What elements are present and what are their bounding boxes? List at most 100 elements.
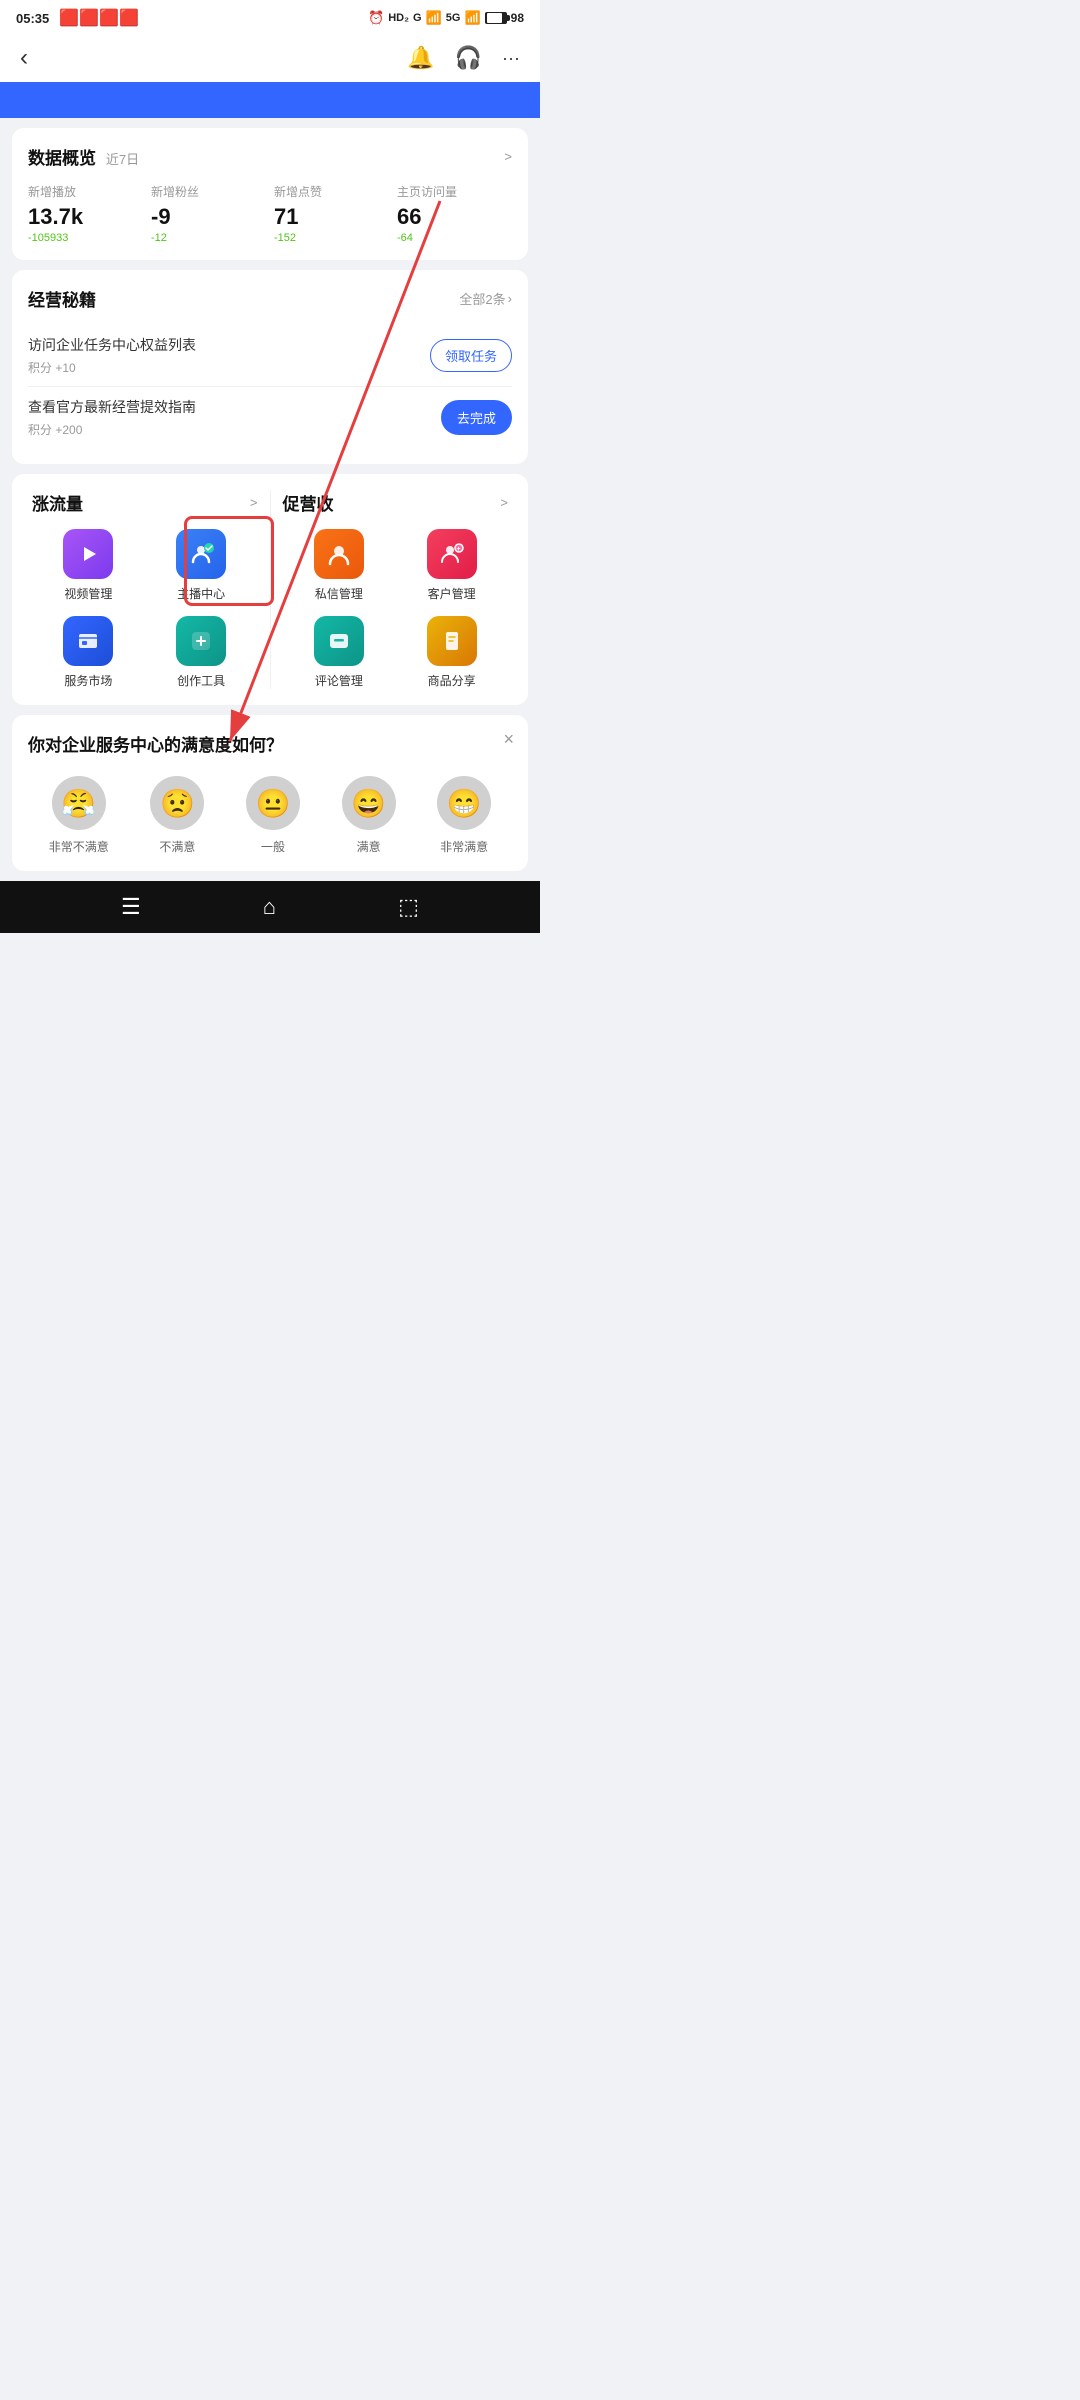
comment-mgmt-icon [314, 616, 364, 666]
service-market-icon [63, 616, 113, 666]
emoji-rating-row: 😤 非常不满意 😟 不满意 😐 一般 😄 满意 😁 非常满意 [28, 776, 512, 855]
comment-mgmt-label: 评论管理 [315, 672, 363, 689]
service-market-label: 服务市场 [64, 672, 112, 689]
status-time: 05:35 🟥🟥🟥🟥 [16, 8, 139, 28]
tools-section: 涨流量 > 视频管理 [12, 474, 528, 705]
status-icons: ⏰ HD₂ G 📶 5G 📶 98 [368, 10, 524, 26]
very-satisfied-emoji: 😁 [437, 776, 491, 830]
tool-anchor-center[interactable]: 主播中心 [145, 529, 258, 602]
tool-private-msg[interactable]: 私信管理 [283, 529, 396, 602]
product-share-icon [427, 616, 477, 666]
video-mgmt-label: 视频管理 [64, 585, 112, 602]
rating-satisfied[interactable]: 😄 满意 [342, 776, 396, 855]
data-overview-link[interactable]: > [504, 149, 512, 164]
customer-mgmt-icon: + [427, 529, 477, 579]
fans-label: 新增粉丝 [151, 183, 199, 200]
hd-icon: HD₂ [388, 12, 409, 24]
business-tips-title: 经营秘籍 [28, 286, 96, 311]
data-item-plays: 新增播放 13.7k -105933 [28, 183, 143, 244]
tools-left: 涨流量 > 视频管理 [28, 490, 262, 689]
claim-task-button[interactable]: 领取任务 [430, 339, 512, 372]
plays-change: -105933 [28, 232, 68, 244]
top-nav: ‹ 🔔 🎧 ··· [0, 34, 540, 82]
svg-text:+: + [456, 546, 460, 553]
tools-right-grid: 私信管理 + 客户管理 [283, 529, 509, 689]
tools-left-header: 涨流量 > [32, 490, 258, 515]
tools-divider [270, 490, 271, 689]
data-overview-header: 数据概览 近7日 > [28, 144, 512, 169]
tools-right-header: 促营收 > [283, 490, 509, 515]
satisfied-label: 满意 [357, 838, 381, 855]
data-overview-title-group: 数据概览 近7日 [28, 144, 139, 169]
tool-creation-tools[interactable]: 创作工具 [145, 616, 258, 689]
signal-icon: G [413, 12, 422, 24]
close-satisfaction-button[interactable]: × [503, 729, 514, 750]
unsatisfied-label: 不满意 [159, 838, 195, 855]
likes-value: 71 [274, 204, 298, 230]
back-button[interactable]: ‹ [20, 44, 28, 72]
signal-bars: 📶 [426, 10, 442, 26]
tool-customer-mgmt[interactable]: + 客户管理 [395, 529, 508, 602]
tip-row-2: 查看官方最新经营提效指南 积分 +200 去完成 [28, 387, 512, 448]
battery-percent: 98 [511, 11, 524, 25]
data-item-likes: 新增点赞 71 -152 [274, 183, 389, 244]
more-menu-icon[interactable]: ··· [502, 48, 520, 69]
rating-very-unsatisfied[interactable]: 😤 非常不满意 [49, 776, 109, 855]
visits-change: -64 [397, 232, 413, 244]
tools-left-grid: 视频管理 主播中心 [32, 529, 258, 689]
nav-actions: 🔔 🎧 ··· [407, 45, 520, 71]
headset-icon[interactable]: 🎧 [455, 45, 482, 71]
wifi-icon: 📶 [464, 10, 480, 26]
tool-comment-mgmt[interactable]: 评论管理 [283, 616, 396, 689]
product-share-label: 商品分享 [428, 672, 476, 689]
anchor-center-icon [176, 529, 226, 579]
visits-label: 主页访问量 [397, 183, 457, 200]
tools-right: 促营收 > 私信管理 [279, 490, 513, 689]
tool-video-mgmt[interactable]: 视频管理 [32, 529, 145, 602]
complete-task-button[interactable]: 去完成 [441, 400, 512, 435]
satisfaction-card: × 你对企业服务中心的满意度如何？ 😤 非常不满意 😟 不满意 😐 一般 😄 满… [12, 715, 528, 871]
neutral-emoji: 😐 [246, 776, 300, 830]
customer-mgmt-label: 客户管理 [428, 585, 476, 602]
app-icons: 🟥🟥🟥🟥 [59, 8, 139, 28]
tools-left-title: 涨流量 [32, 490, 83, 515]
very-unsatisfied-label: 非常不满意 [49, 838, 109, 855]
tip-title-1: 访问企业任务中心权益列表 [28, 335, 430, 355]
data-overview-title: 数据概览 [28, 149, 96, 168]
likes-change: -152 [274, 232, 296, 244]
visits-value: 66 [397, 204, 421, 230]
bottom-home-icon[interactable]: ⌂ [263, 894, 276, 920]
tools-row: 涨流量 > 视频管理 [28, 490, 512, 689]
tool-product-share[interactable]: 商品分享 [395, 616, 508, 689]
business-tips-card: 经营秘籍 全部2条 › 访问企业任务中心权益列表 积分 +10 领取任务 查看官… [12, 270, 528, 464]
tools-right-link[interactable]: > [500, 495, 508, 510]
tools-left-link[interactable]: > [250, 495, 258, 510]
neutral-label: 一般 [261, 838, 285, 855]
rating-very-satisfied[interactable]: 😁 非常满意 [437, 776, 491, 855]
tip-content-1: 访问企业任务中心权益列表 积分 +10 [28, 335, 430, 376]
rating-neutral[interactable]: 😐 一般 [246, 776, 300, 855]
5g-icon: 5G [446, 12, 461, 24]
satisfaction-title: 你对企业服务中心的满意度如何？ [28, 731, 512, 756]
plays-label: 新增播放 [28, 183, 76, 200]
blue-banner [0, 82, 540, 118]
very-satisfied-label: 非常满意 [440, 838, 488, 855]
tool-service-market[interactable]: 服务市场 [32, 616, 145, 689]
data-overview-period: 近7日 [106, 152, 139, 167]
fans-value: -9 [151, 204, 171, 230]
bottom-menu-icon[interactable]: ☰ [121, 894, 141, 920]
satisfied-emoji: 😄 [342, 776, 396, 830]
very-unsatisfied-emoji: 😤 [52, 776, 106, 830]
private-msg-icon [314, 529, 364, 579]
tip-points-1: 积分 +10 [28, 359, 430, 376]
bottom-back-icon[interactable]: ⬚ [398, 894, 419, 920]
tip-points-2: 积分 +200 [28, 421, 441, 438]
creation-tools-icon [176, 616, 226, 666]
unsatisfied-emoji: 😟 [150, 776, 204, 830]
likes-label: 新增点赞 [274, 183, 322, 200]
video-mgmt-icon [63, 529, 113, 579]
rating-unsatisfied[interactable]: 😟 不满意 [150, 776, 204, 855]
business-tips-link[interactable]: 全部2条 › [459, 289, 512, 308]
plays-value: 13.7k [28, 204, 83, 230]
notification-bell-icon[interactable]: 🔔 [407, 45, 434, 71]
